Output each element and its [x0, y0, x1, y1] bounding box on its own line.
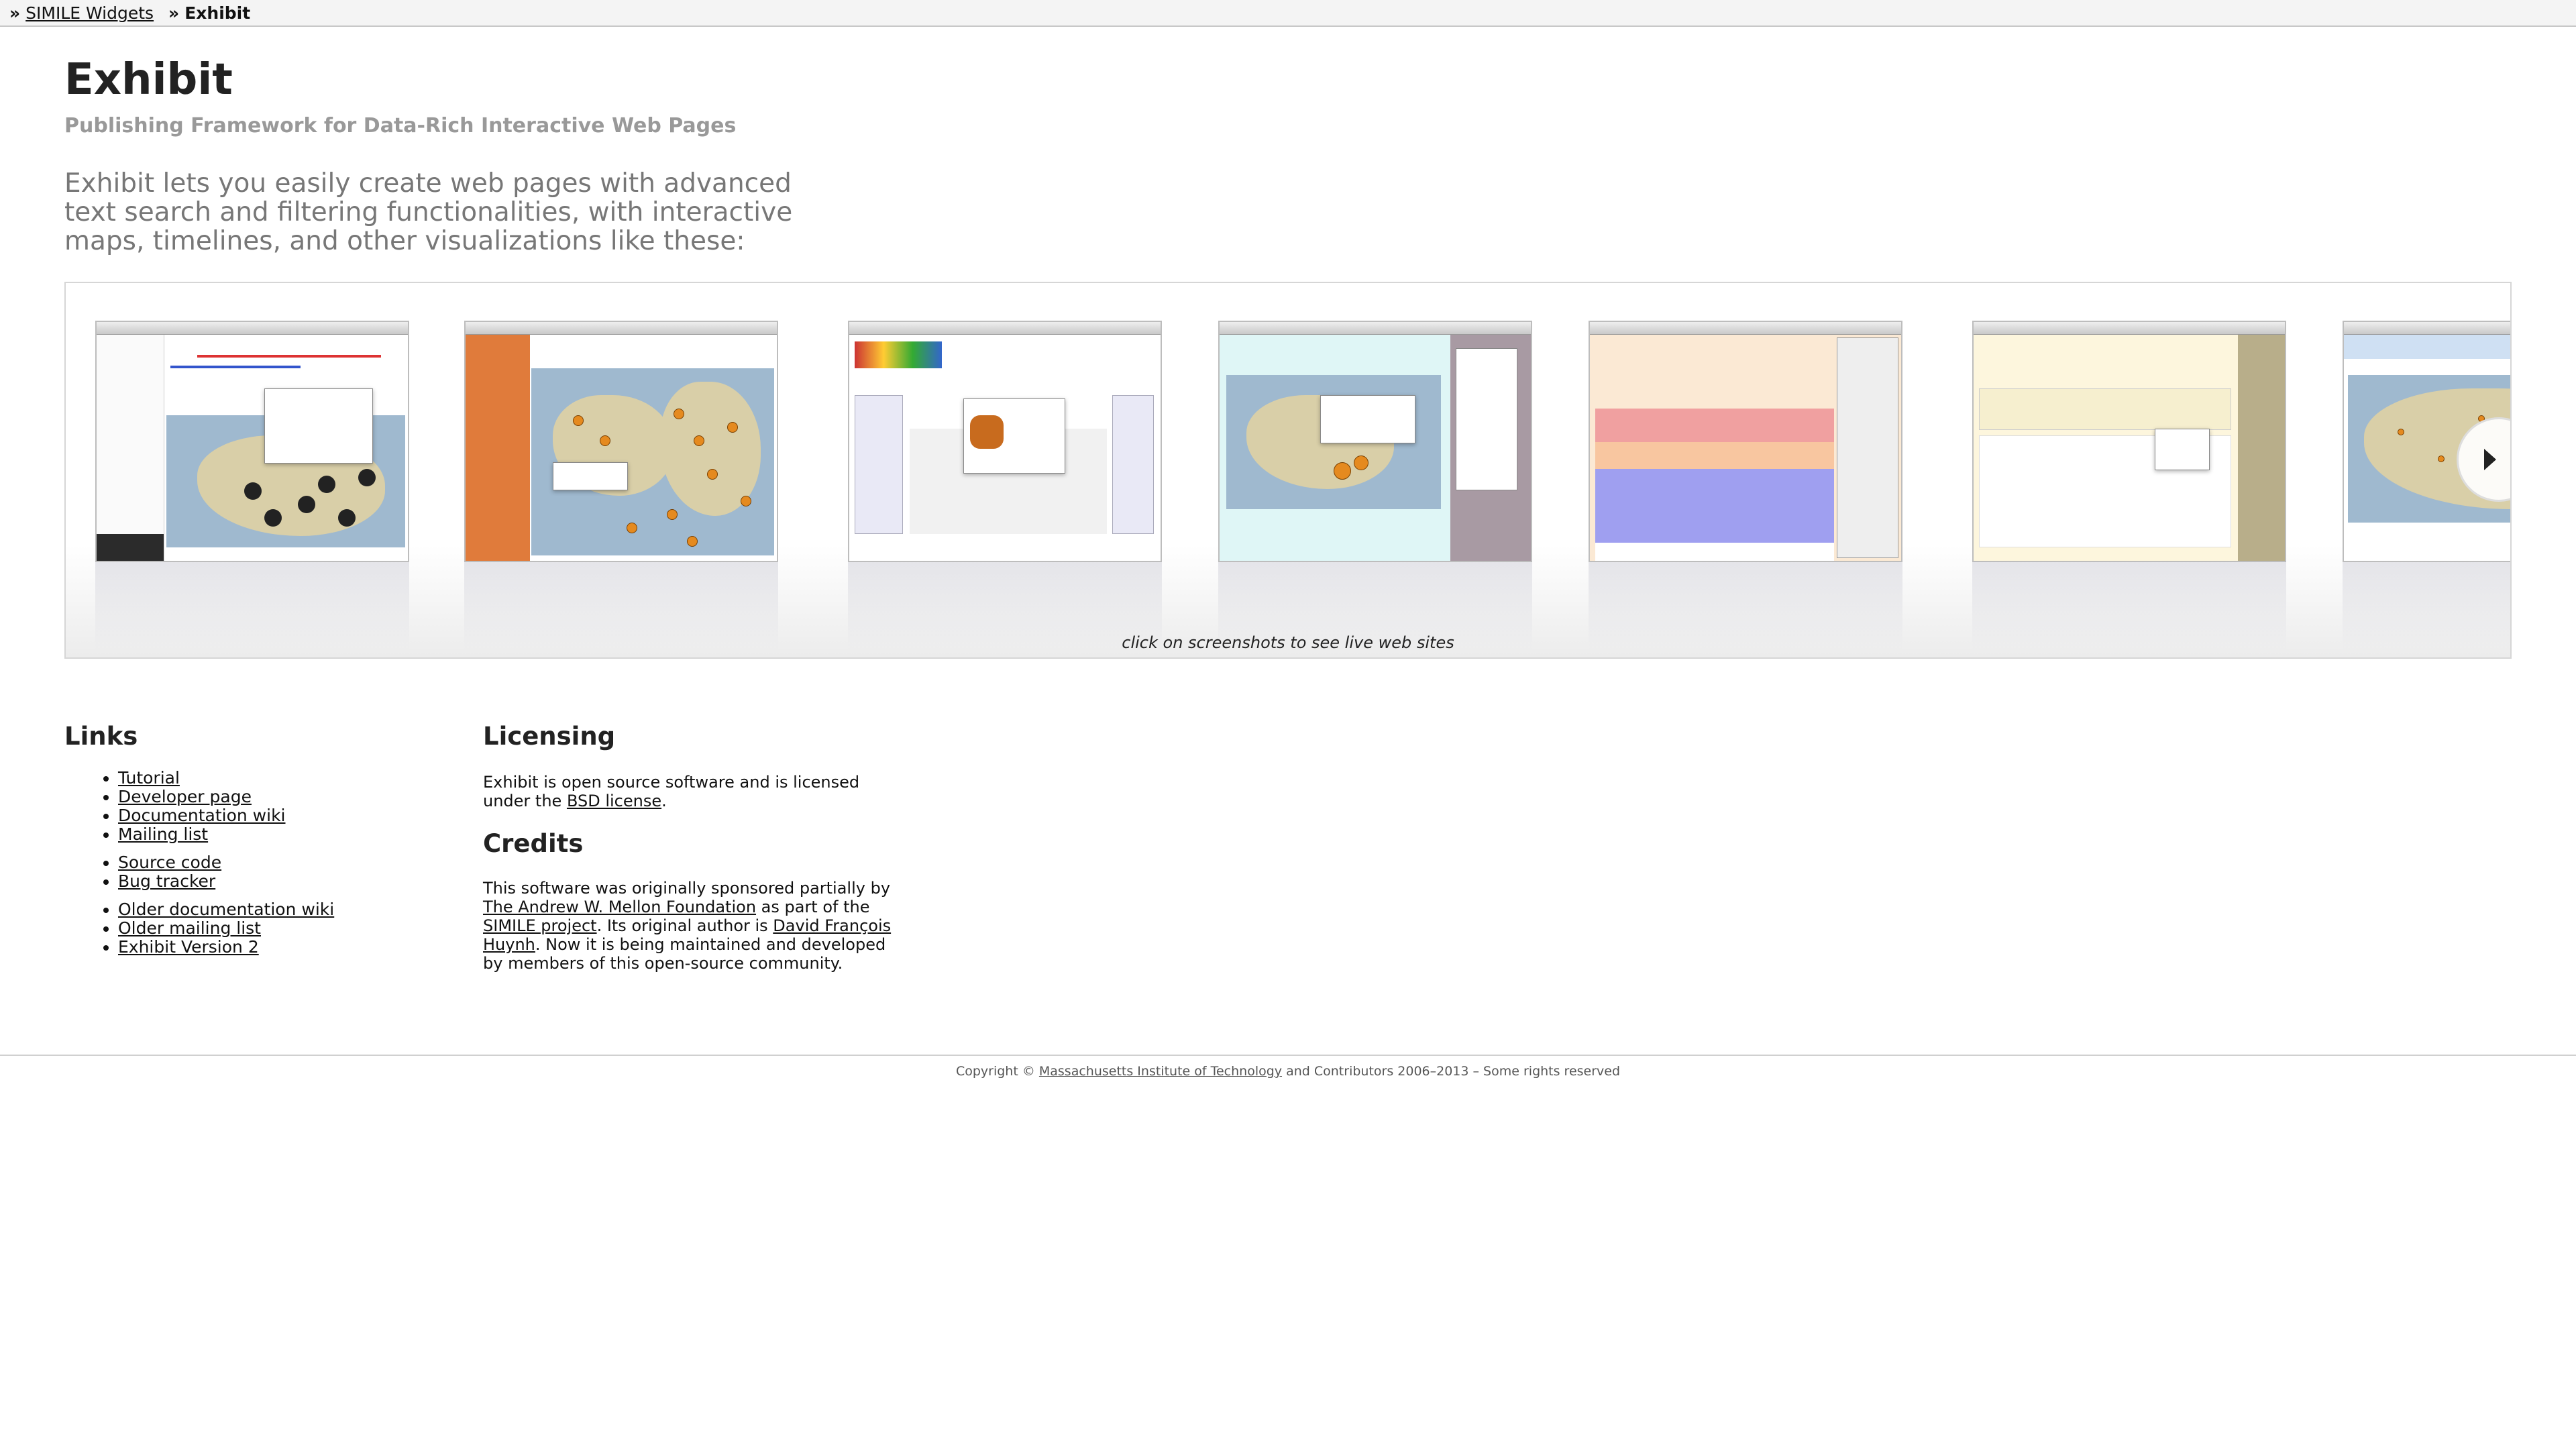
- licensing-text-end: .: [661, 792, 667, 810]
- links-group: Source code Bug tracker: [64, 853, 334, 891]
- list-item: Source code: [118, 853, 334, 872]
- link-source-code[interactable]: Source code: [118, 853, 221, 872]
- link-tutorial[interactable]: Tutorial: [118, 768, 180, 788]
- licensing-text-start: Exhibit is open source software and is l…: [483, 773, 860, 810]
- footer-text-part: and Contributors 2006–2013 – Some rights…: [1282, 1064, 1621, 1079]
- intro-text: Exhibit lets you easily create web pages…: [64, 168, 793, 256]
- list-item: Exhibit Version 2: [118, 938, 334, 957]
- list-item: Developer page: [118, 788, 334, 806]
- screenshot-senate-bills[interactable]: [1589, 321, 1902, 562]
- browser-chrome: [1974, 322, 2285, 335]
- breadcrumb: » SIMILE Widgets » Exhibit: [0, 0, 2576, 27]
- link-bug-tracker[interactable]: Bug tracker: [118, 871, 215, 891]
- link-bsd-license[interactable]: BSD license: [567, 792, 661, 810]
- screenshot-billionaires[interactable]: [1218, 321, 1532, 562]
- list-item: Mailing list: [118, 825, 334, 844]
- screenshot-breakfast-cereal[interactable]: [848, 321, 1162, 562]
- browser-chrome: [97, 322, 408, 335]
- link-documentation-wiki[interactable]: Documentation wiki: [118, 806, 286, 825]
- footer-text-part: Copyright ©: [955, 1064, 1039, 1079]
- credits-text-part: as part of the: [756, 898, 870, 916]
- browser-chrome: [2344, 322, 2510, 335]
- browser-chrome: [849, 322, 1161, 335]
- links-heading: Links: [64, 722, 138, 751]
- credits-text-part: . Its original author is: [596, 916, 773, 935]
- licensing-heading: Licensing: [483, 722, 616, 751]
- browser-chrome: [466, 322, 777, 335]
- gallery-caption: click on screenshots to see live web sit…: [1122, 633, 1454, 652]
- links-list: Tutorial Developer page Documentation wi…: [64, 769, 334, 966]
- breadcrumb-separator: »: [9, 3, 21, 23]
- browser-chrome: [1220, 322, 1531, 335]
- screenshot-us-presidents[interactable]: [95, 321, 409, 562]
- list-item: Documentation wiki: [118, 806, 334, 825]
- link-older-mailing-list[interactable]: Older mailing list: [118, 918, 261, 938]
- links-group: Tutorial Developer page Documentation wi…: [64, 769, 334, 844]
- footer-divider: [0, 1055, 2576, 1056]
- links-group: Older documentation wiki Older mailing l…: [64, 900, 334, 957]
- link-mit[interactable]: Massachusetts Institute of Technology: [1039, 1064, 1282, 1079]
- screenshot-gallery: click on screenshots to see live web sit…: [64, 282, 2512, 659]
- breadcrumb-link-simile-widgets[interactable]: SIMILE Widgets: [25, 3, 154, 23]
- screenshot-flags-of-the-world[interactable]: [464, 321, 778, 562]
- list-item: Older mailing list: [118, 919, 334, 938]
- credits-text-part: . Now it is being maintained and develop…: [483, 935, 886, 973]
- chevron-right-icon: [2484, 449, 2496, 470]
- footer: Copyright © Massachusetts Institute of T…: [0, 1064, 2576, 1079]
- credits-heading: Credits: [483, 829, 584, 858]
- credits-text: This software was originally sponsored p…: [483, 879, 899, 973]
- list-item: Tutorial: [118, 769, 334, 788]
- link-mailing-list[interactable]: Mailing list: [118, 824, 208, 844]
- list-item: Bug tracker: [118, 872, 334, 891]
- screenshot-nobel-prize-winners[interactable]: [1972, 321, 2286, 562]
- link-exhibit-version-2[interactable]: Exhibit Version 2: [118, 937, 259, 957]
- link-developer-page[interactable]: Developer page: [118, 787, 252, 806]
- browser-chrome: [1590, 322, 1901, 335]
- link-mellon-foundation[interactable]: The Andrew W. Mellon Foundation: [483, 898, 756, 916]
- link-older-documentation-wiki[interactable]: Older documentation wiki: [118, 900, 334, 919]
- link-simile-project[interactable]: SIMILE project: [483, 916, 597, 935]
- list-item: Older documentation wiki: [118, 900, 334, 919]
- page-subtitle: Publishing Framework for Data-Rich Inter…: [64, 114, 737, 138]
- credits-text-part: This software was originally sponsored p…: [483, 879, 891, 898]
- breadcrumb-current: Exhibit: [184, 3, 251, 23]
- licensing-text: Exhibit is open source software and is l…: [483, 773, 899, 810]
- breadcrumb-separator: »: [168, 3, 180, 23]
- page-title: Exhibit: [64, 55, 233, 105]
